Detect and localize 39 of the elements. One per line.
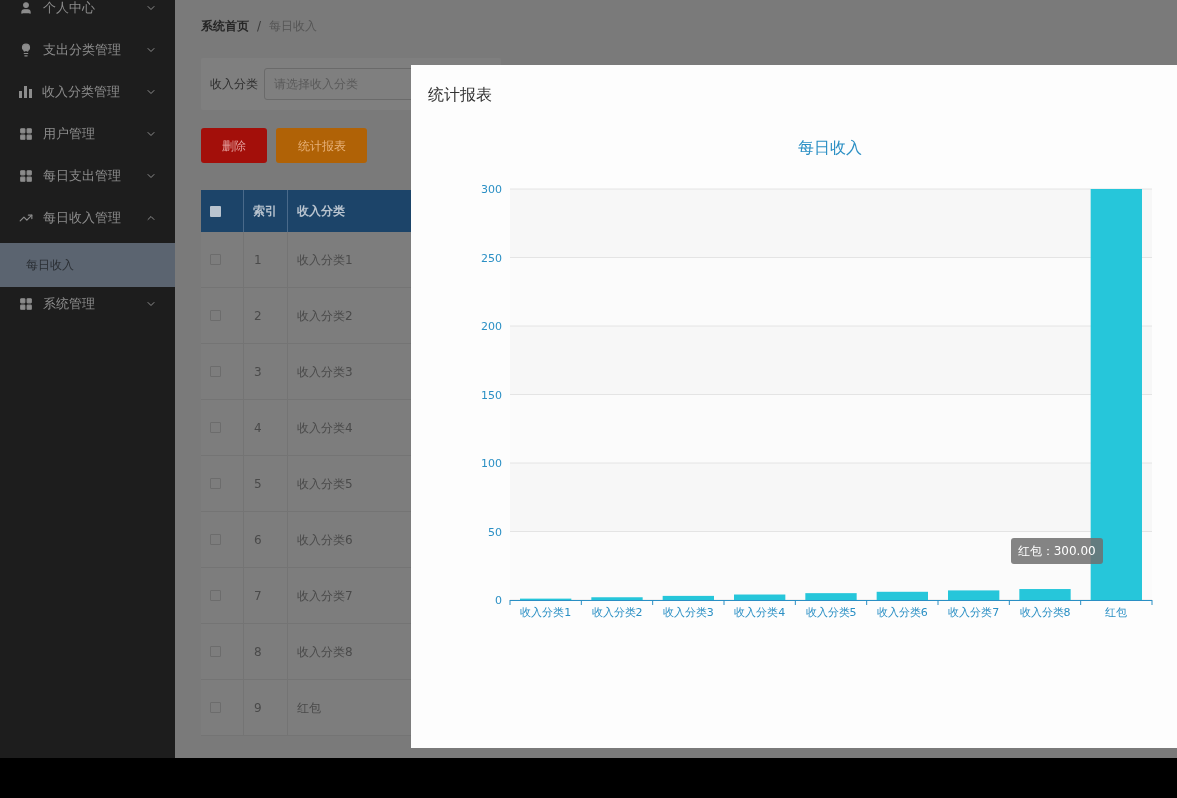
x-axis-label: 收入分类1 <box>520 606 572 619</box>
y-axis-label: 300 <box>481 183 502 196</box>
action-button[interactable]: 删除 <box>201 128 267 163</box>
x-axis-label: 收入分类7 <box>948 606 1000 619</box>
y-axis-label: 150 <box>481 388 502 402</box>
chart-tooltip: 红包：300.00 <box>1010 538 1103 564</box>
column-header: 索引 <box>253 203 277 220</box>
breadcrumb-separator: / <box>257 18 262 35</box>
user-icon <box>19 1 33 15</box>
x-axis-label: 收入分类2 <box>591 606 643 619</box>
x-axis-label: 收入分类4 <box>734 606 786 619</box>
y-axis-label: 100 <box>481 457 502 470</box>
chart-bar[interactable] <box>876 591 928 600</box>
y-axis-label: 50 <box>488 525 502 539</box>
chart-bar[interactable] <box>662 595 714 600</box>
select-all-checkbox[interactable] <box>210 205 221 217</box>
chart-bar[interactable] <box>591 597 643 600</box>
breadcrumb-link[interactable]: 系统首页 <box>201 17 249 35</box>
chart-bar[interactable] <box>734 594 786 600</box>
grid-icon <box>19 127 33 141</box>
bar-chart-icon <box>19 86 32 98</box>
chart-bar[interactable] <box>948 590 1000 600</box>
grid-icon <box>19 297 33 311</box>
x-axis-label: 红包 <box>1105 606 1128 619</box>
lightbulb-icon <box>19 43 33 57</box>
y-axis-label: 200 <box>481 320 502 333</box>
chart-title: 每日收入 <box>798 138 862 157</box>
x-axis-label: 收入分类3 <box>662 606 714 619</box>
grid-icon <box>19 169 33 183</box>
column-header: 收入分类 <box>297 203 345 220</box>
y-axis-label: 250 <box>481 251 502 265</box>
chart-bar[interactable] <box>1019 589 1071 600</box>
dialog-title: 统计报表 <box>428 84 493 106</box>
x-axis-label: 收入分类6 <box>876 606 928 619</box>
filter-label: 收入分类 <box>210 76 258 93</box>
y-axis-label: 0 <box>495 594 502 607</box>
x-axis-label: 收入分类8 <box>1019 606 1071 619</box>
chart-bar[interactable] <box>805 593 857 600</box>
x-axis-label: 收入分类5 <box>805 606 857 619</box>
